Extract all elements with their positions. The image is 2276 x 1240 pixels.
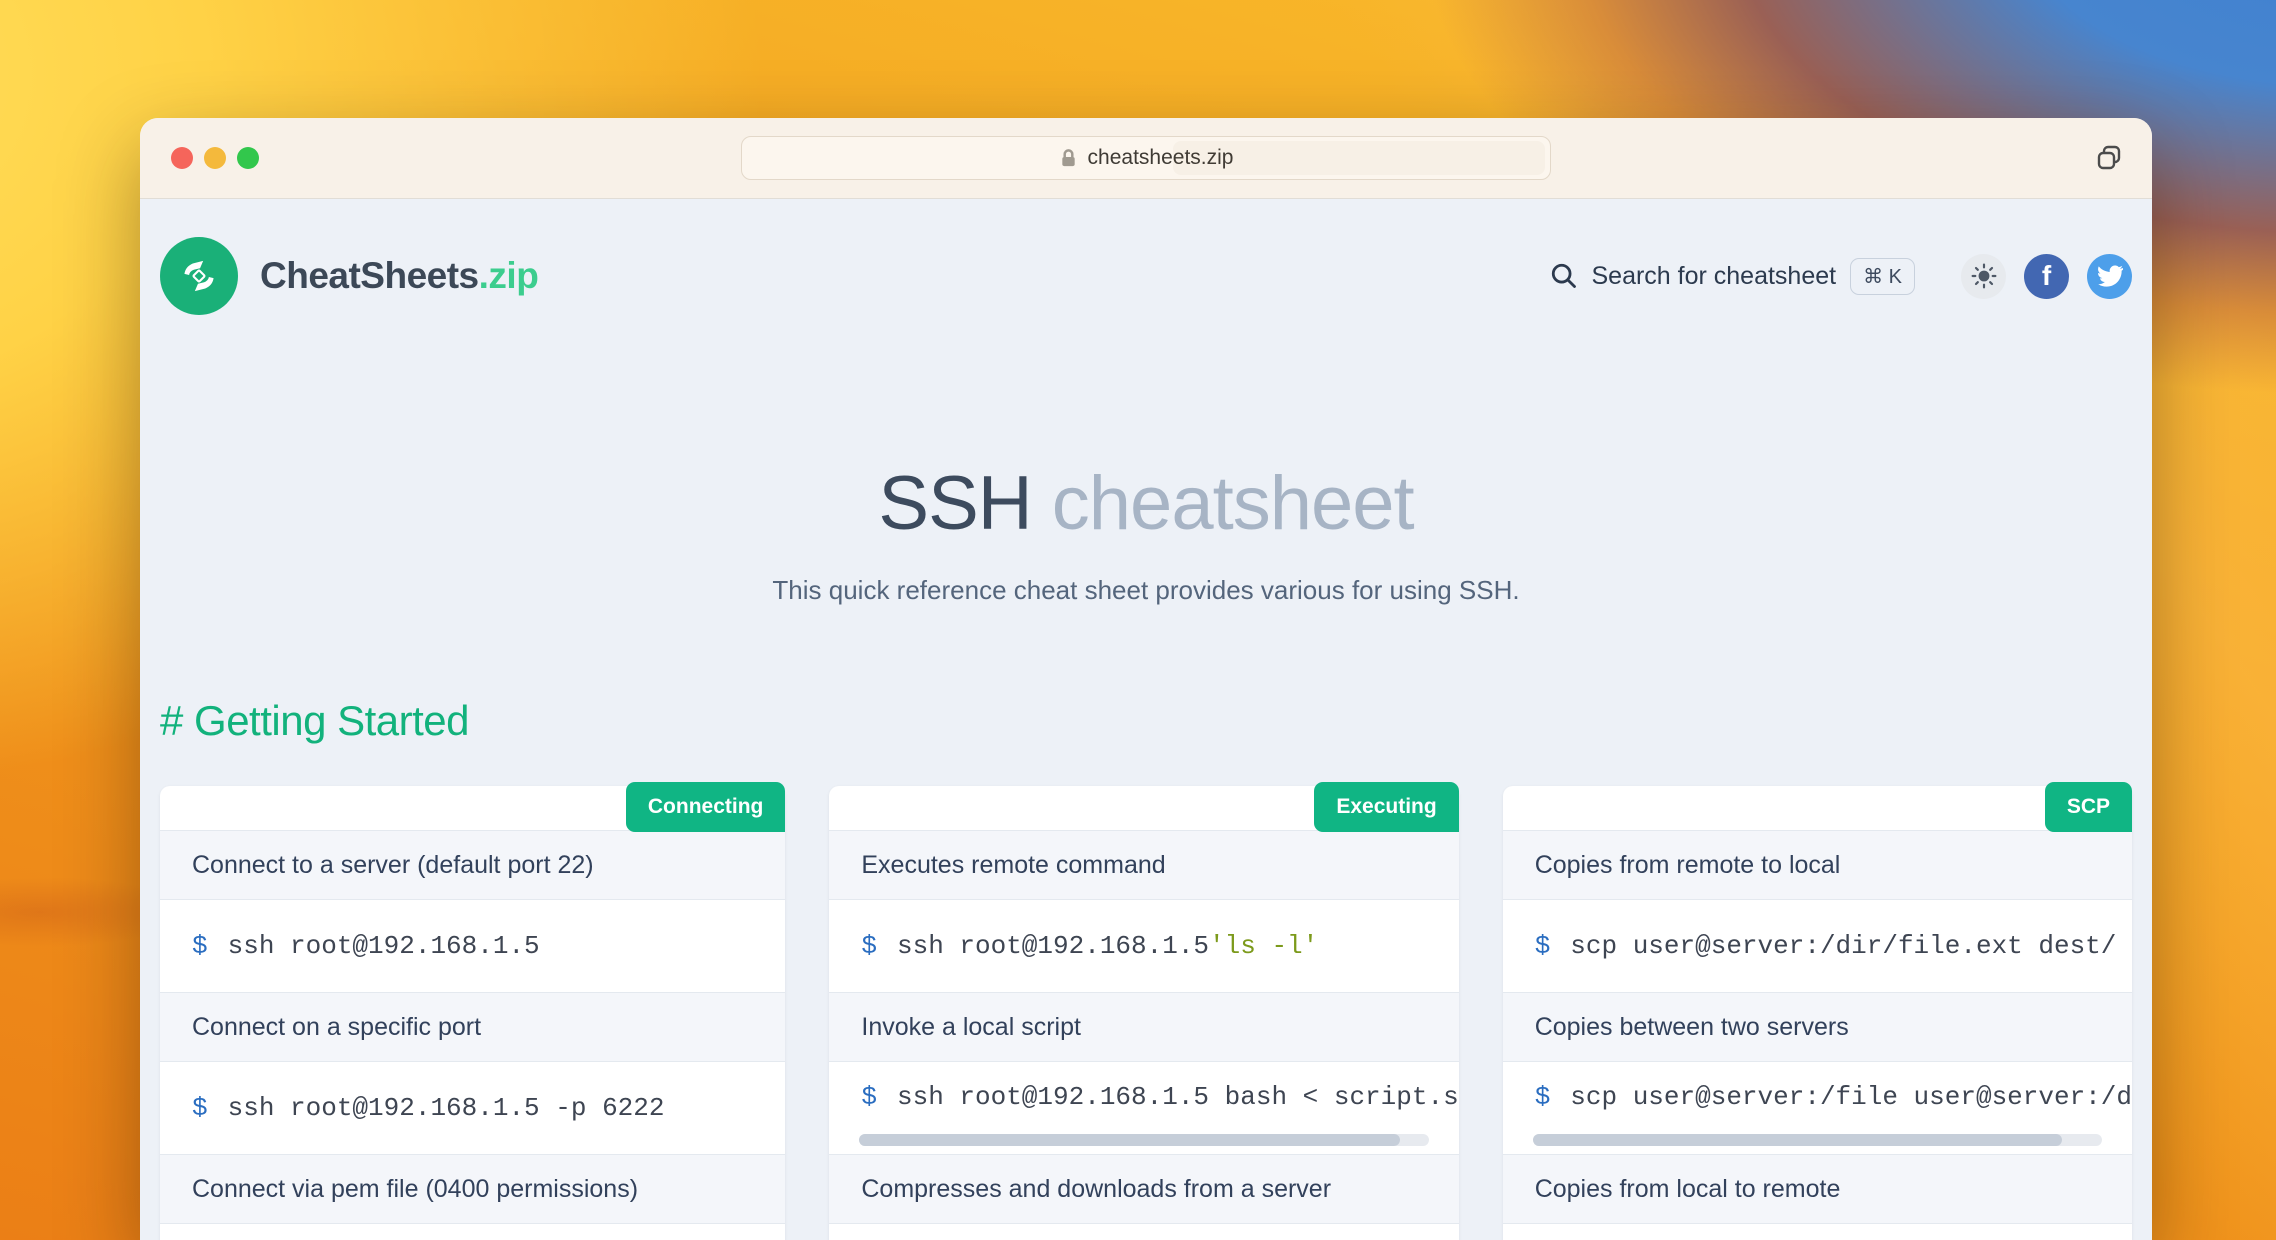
cheatsheets-logo-icon (160, 237, 238, 315)
command-code-row[interactable]: $ scp user@server:/dir/file.ext dest/ (1503, 900, 2132, 992)
command-description-row: Connect via pem file (0400 permissions) (160, 1154, 785, 1224)
command-text: ssh root@192.168.1.5 -p 6222 (228, 1093, 665, 1123)
minimize-window-button[interactable] (204, 147, 226, 169)
command-text: scp user@server:/dir/file.ext dest/ (1570, 931, 2116, 961)
command-description-row: Copies from remote to local (1503, 830, 2132, 900)
sun-icon (1971, 263, 1997, 289)
command-description-row: Invoke a local script (829, 992, 1458, 1062)
twitter-button[interactable] (2087, 254, 2132, 299)
prompt-symbol: $ (192, 1093, 208, 1123)
section-heading-getting-started: # Getting Started (160, 696, 2132, 746)
facebook-icon: f (2042, 260, 2051, 292)
command-description-row: Compresses and downloads from a server (829, 1154, 1458, 1224)
browser-titlebar: cheatsheets.zip (140, 118, 2152, 199)
header-actions: Search for cheatsheet ⌘ K (1550, 254, 2133, 299)
lock-icon (1059, 147, 1078, 169)
command-code-row[interactable] (829, 1224, 1458, 1240)
command-code-row[interactable] (1503, 1224, 2132, 1240)
command-code-row[interactable] (160, 1224, 785, 1240)
scrollbar-thumb[interactable] (1533, 1134, 2062, 1146)
brand-name: CheatSheets.zip (260, 255, 538, 297)
cheatsheet-card: ExecutingExecutes remote command$ssh roo… (829, 786, 1458, 1240)
site-header: CheatSheets.zip Search for cheatsheet ⌘ … (160, 199, 2132, 315)
desktop-background: cheatsheets.zip (0, 0, 2276, 1240)
traffic-lights (171, 147, 259, 169)
prompt-symbol: $ (192, 931, 208, 961)
scrollbar-thumb[interactable] (859, 1134, 1400, 1146)
search-icon (1550, 262, 1578, 290)
brand-tld: .zip (479, 255, 539, 296)
keyboard-shortcut-badge: ⌘ K (1850, 258, 1915, 295)
prompt-symbol: $ (1535, 1082, 1551, 1112)
command-code-row[interactable]: $ ssh root@192.168.1.5 -p 6222 (160, 1062, 785, 1154)
facebook-button[interactable]: f (2024, 254, 2069, 299)
prompt-symbol: $ (1535, 931, 1551, 961)
command-description-row: Executes remote command (829, 830, 1458, 900)
copy-tabs-button[interactable] (2092, 141, 2126, 175)
cheatsheet-card: SCPCopies from remote to local$scp user@… (1503, 786, 2132, 1240)
command-description-row: Connect on a specific port (160, 992, 785, 1062)
command-description-row: Connect to a server (default port 22) (160, 830, 785, 900)
theme-toggle-button[interactable] (1961, 254, 2006, 299)
copy-tabs-icon (2094, 143, 2124, 173)
page-title-sub: cheatsheet (1052, 461, 1414, 546)
cheatsheet-card: ConnectingConnect to a server (default p… (160, 786, 785, 1240)
command-text: ssh root@192.168.1.5 (897, 931, 1209, 961)
zoom-window-button[interactable] (237, 147, 259, 169)
page-title: SSH cheatsheet (160, 461, 2132, 547)
twitter-bird-icon (2097, 263, 2123, 289)
hero: SSH cheatsheet This quick reference chea… (160, 461, 2132, 606)
command-description-row: Copies from local to remote (1503, 1154, 2132, 1224)
command-code-row[interactable]: $ ssh root@192.168.1.5 bash < script.s (829, 1062, 1458, 1154)
close-window-button[interactable] (171, 147, 193, 169)
address-bar[interactable]: cheatsheets.zip (741, 136, 1551, 180)
command-text: scp user@server:/file user@server:/d (1570, 1082, 2132, 1112)
command-description-row: Copies between two servers (1503, 992, 2132, 1062)
card-category-badge[interactable]: SCP (2045, 782, 2132, 832)
cheatsheet-cards-grid: ConnectingConnect to a server (default p… (160, 786, 2132, 1240)
page-title-main: SSH (878, 461, 1031, 546)
address-bar-secondary-zone (1173, 141, 1545, 175)
prompt-symbol: $ (861, 1082, 877, 1112)
command-code-row[interactable]: $ ssh root@192.168.1.5 'ls -l' (829, 900, 1458, 992)
command-code-row[interactable]: $ scp user@server:/file user@server:/d (1503, 1062, 2132, 1154)
command-text: ssh root@192.168.1.5 (228, 931, 540, 961)
horizontal-scrollbar[interactable] (859, 1134, 1428, 1146)
horizontal-scrollbar[interactable] (1533, 1134, 2102, 1146)
command-text: ssh root@192.168.1.5 bash < script.s (897, 1082, 1459, 1112)
prompt-symbol: $ (861, 931, 877, 961)
card-category-badge[interactable]: Executing (1314, 782, 1458, 832)
command-code-row[interactable]: $ ssh root@192.168.1.5 (160, 900, 785, 992)
card-category-badge[interactable]: Connecting (626, 782, 786, 832)
search-button[interactable]: Search for cheatsheet ⌘ K (1550, 258, 1916, 295)
page-content: CheatSheets.zip Search for cheatsheet ⌘ … (140, 199, 2152, 1240)
browser-window: cheatsheets.zip (140, 118, 2152, 1240)
brand-home-link[interactable]: CheatSheets.zip (160, 237, 538, 315)
page-description: This quick reference cheat sheet provide… (160, 575, 2132, 606)
search-label: Search for cheatsheet (1592, 262, 1837, 291)
command-text: 'ls -l' (1209, 931, 1318, 961)
